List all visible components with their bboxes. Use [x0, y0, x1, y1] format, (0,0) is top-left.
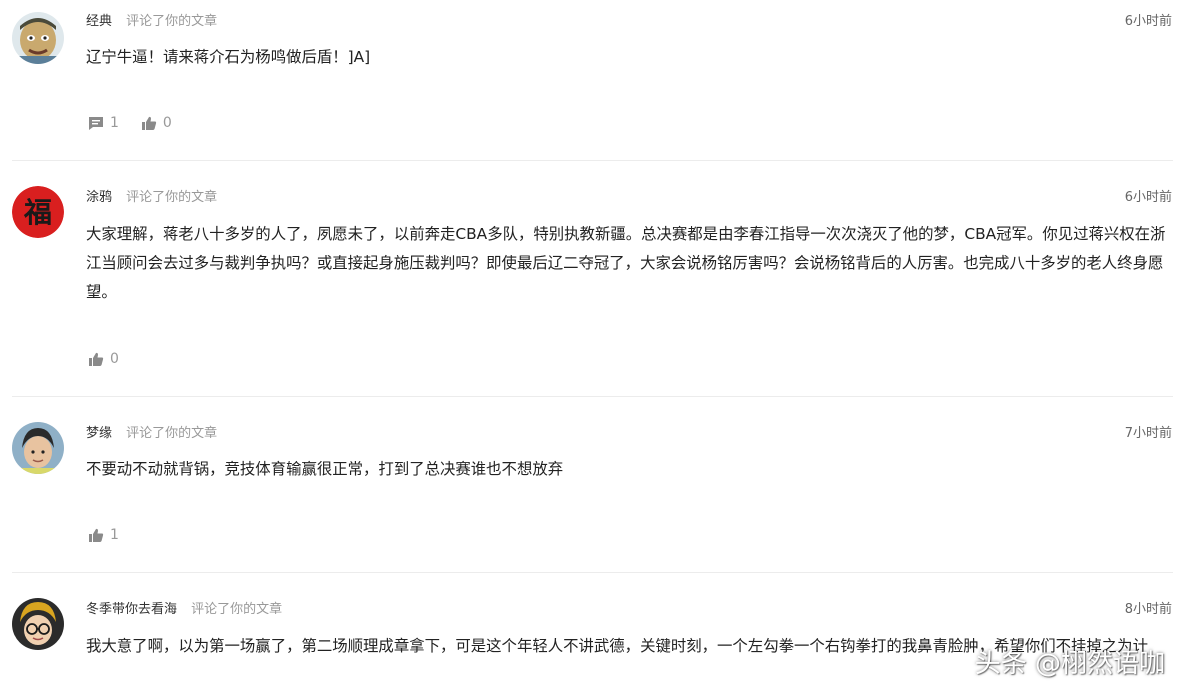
- comment-actions: 1: [88, 526, 141, 544]
- divider: [12, 396, 1173, 397]
- like-button[interactable]: 1: [88, 527, 119, 543]
- comment-action-text: 评论了你的文章: [126, 190, 218, 205]
- svg-text:福: 福: [23, 196, 52, 229]
- timestamp: 6小时前: [1124, 14, 1172, 29]
- avatar[interactable]: [12, 598, 64, 650]
- comment-item: 经典 评论了你的文章 6小时前 辽宁牛逼！请来蒋介石为杨鸣做后盾！]A] 1 0: [0, 0, 1185, 160]
- comment-actions: 1 0: [88, 114, 194, 132]
- timestamp: 7小时前: [1124, 426, 1172, 441]
- comment-meta: 涂鸦 评论了你的文章: [86, 189, 217, 207]
- reply-button[interactable]: 1: [88, 115, 119, 131]
- comment-action-text: 评论了你的文章: [126, 14, 218, 29]
- avatar-person-photo-icon: [12, 422, 64, 474]
- username[interactable]: 梦缘: [86, 426, 112, 441]
- avatar-cartoon-face-icon: [12, 12, 64, 64]
- comment-action-text: 评论了你的文章: [191, 602, 283, 617]
- comment-meta: 梦缘 评论了你的文章: [86, 425, 217, 443]
- avatar-fu-character-icon: 福: [12, 186, 64, 238]
- like-count: 0: [162, 115, 172, 131]
- username[interactable]: 冬季带你去看海: [86, 602, 177, 617]
- username[interactable]: 经典: [86, 14, 112, 29]
- avatar[interactable]: [12, 12, 64, 64]
- avatar[interactable]: [12, 422, 64, 474]
- like-button[interactable]: 0: [88, 351, 119, 367]
- comment-text: 大家理解，蒋老八十多岁的人了，夙愿未了，以前奔走CBA多队，特别执教新疆。总决赛…: [86, 225, 1166, 301]
- like-button[interactable]: 0: [141, 115, 172, 131]
- like-count: 0: [110, 351, 119, 367]
- reply-count: 1: [110, 115, 119, 131]
- timestamp: 6小时前: [1124, 190, 1172, 205]
- comment-text: 不要动不动就背锅，竞技体育输赢很正常，打到了总决赛谁也不想放弃: [86, 460, 564, 478]
- comment-bubble-icon: [89, 116, 103, 130]
- comment-actions: 0: [88, 350, 141, 368]
- comment-text: 辽宁牛逼！请来蒋介石为杨鸣做后盾！]A]: [86, 48, 371, 66]
- comment-meta: 经典 评论了你的文章: [86, 13, 217, 31]
- thumbs-up-icon: [89, 352, 104, 366]
- username[interactable]: 涂鸦: [86, 190, 112, 205]
- like-count: 1: [110, 527, 119, 543]
- comment-item: 梦缘 评论了你的文章 7小时前 不要动不动就背锅，竞技体育输赢很正常，打到了总决…: [0, 412, 1185, 572]
- avatar-glasses-girl-icon: [12, 598, 64, 650]
- comment-meta: 冬季带你去看海 评论了你的文章: [86, 601, 282, 619]
- avatar[interactable]: 福: [12, 186, 64, 238]
- thumbs-up-icon: [141, 116, 157, 130]
- timestamp: 8小时前: [1124, 602, 1172, 617]
- comment-action-text: 评论了你的文章: [126, 426, 218, 441]
- watermark: 头条 @栩然语咖: [974, 649, 1165, 679]
- comment-item: 福 涂鸦 评论了你的文章 6小时前 大家理解，蒋老八十多岁的人了，夙愿未了，以前…: [0, 176, 1185, 396]
- thumbs-up-icon: [89, 528, 104, 542]
- divider: [12, 572, 1173, 573]
- divider: [12, 160, 1173, 161]
